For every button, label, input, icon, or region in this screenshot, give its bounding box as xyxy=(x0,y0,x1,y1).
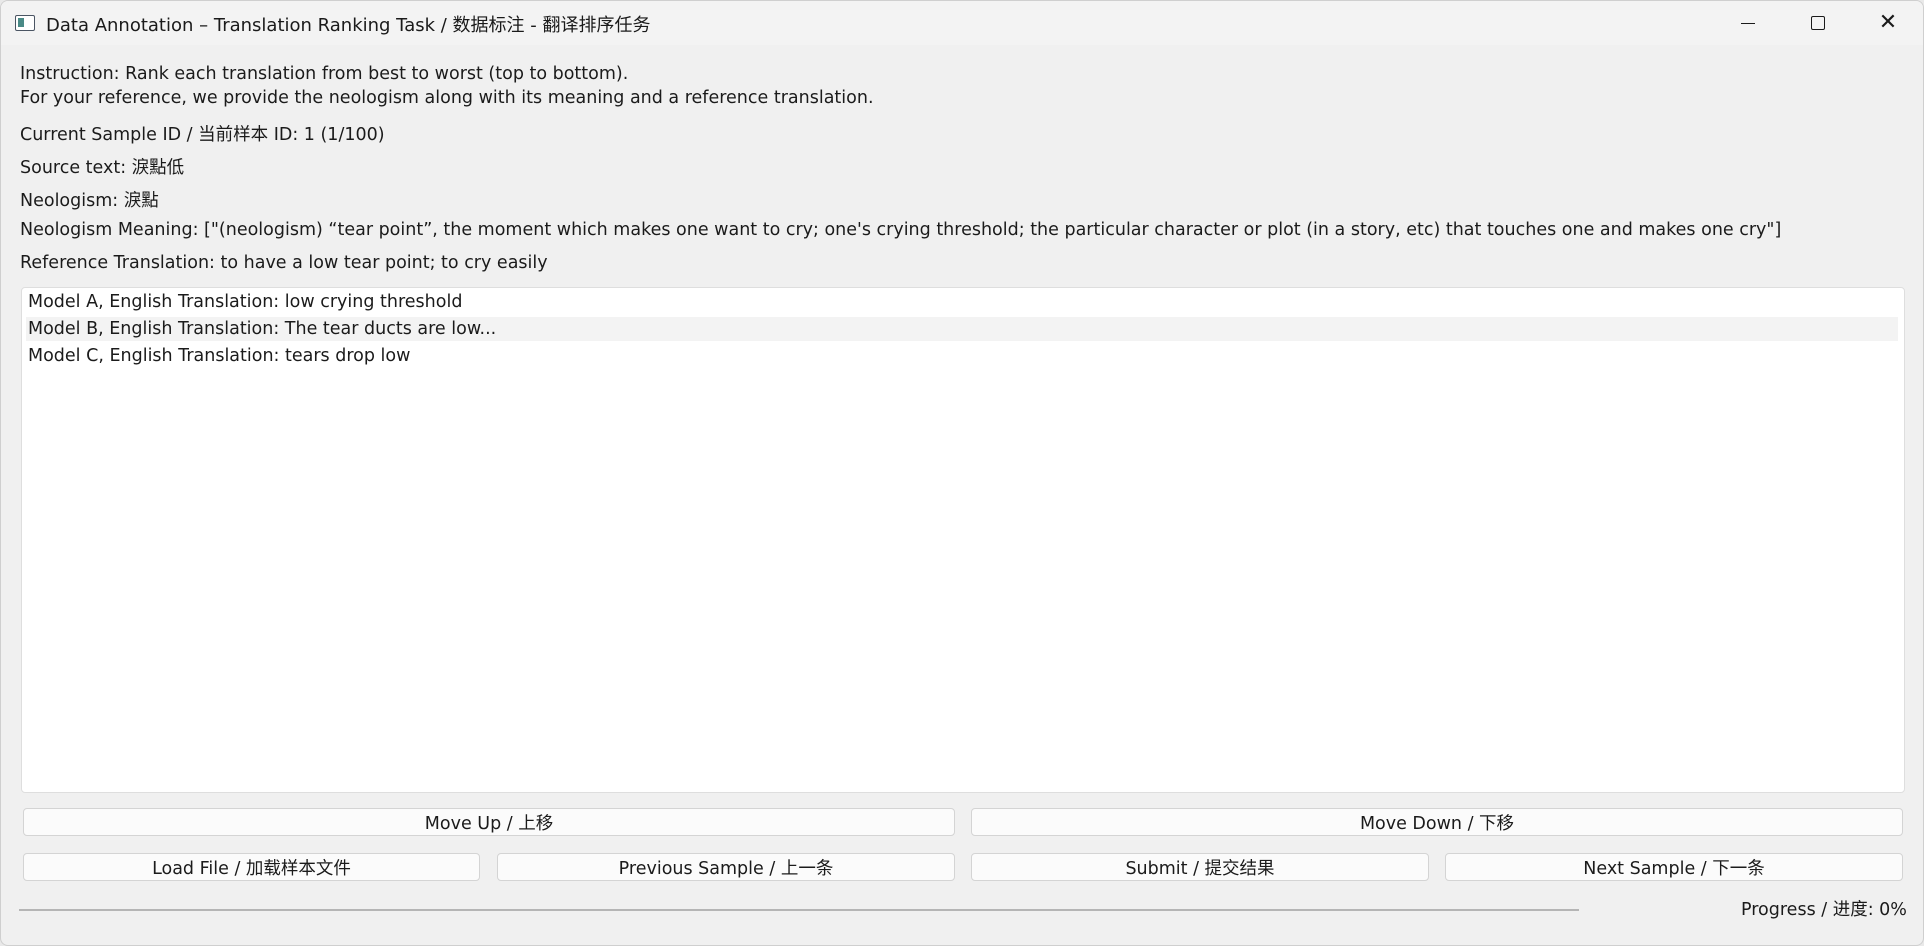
app-window: Data Annotation – Translation Ranking Ta… xyxy=(0,0,1924,946)
previous-sample-button[interactable]: Previous Sample / 上一条 xyxy=(497,853,955,881)
minimize-button[interactable] xyxy=(1713,1,1783,45)
move-down-button[interactable]: Move Down / 下移 xyxy=(971,808,1903,836)
load-file-button[interactable]: Load File / 加载样本文件 xyxy=(23,853,480,881)
close-icon: ✕ xyxy=(1878,10,1898,35)
source-text-label: Source text: 淚點低 xyxy=(20,158,185,178)
list-item[interactable]: Model A, English Translation: low crying… xyxy=(26,290,1898,314)
move-up-button[interactable]: Move Up / 上移 xyxy=(23,808,955,836)
title-bar[interactable]: Data Annotation – Translation Ranking Ta… xyxy=(1,1,1923,45)
neologism-meaning-label: Neologism Meaning: ["(neologism) “tear p… xyxy=(20,220,1782,240)
reference-translation-label: Reference Translation: to have a low tea… xyxy=(20,253,548,273)
next-sample-button[interactable]: Next Sample / 下一条 xyxy=(1445,853,1903,881)
maximize-icon xyxy=(1811,16,1825,30)
progress-label: Progress / 进度: 0% xyxy=(1741,900,1907,920)
translation-ranking-list[interactable]: Model A, English Translation: low crying… xyxy=(21,287,1905,793)
reference-note-text: For your reference, we provide the neolo… xyxy=(20,88,874,108)
list-item[interactable]: Model C, English Translation: tears drop… xyxy=(26,344,1898,368)
sample-id-label: Current Sample ID / 当前样本 ID: 1 (1/100) xyxy=(20,125,385,145)
app-icon xyxy=(15,15,35,31)
minimize-icon xyxy=(1741,22,1755,24)
list-item[interactable]: Model B, English Translation: The tear d… xyxy=(26,317,1898,341)
progress-bar xyxy=(19,909,1579,911)
instruction-text: Instruction: Rank each translation from … xyxy=(20,64,629,84)
neologism-label: Neologism: 淚點 xyxy=(20,191,159,211)
maximize-button[interactable] xyxy=(1783,1,1853,45)
close-button[interactable]: ✕ xyxy=(1853,1,1923,45)
window-title: Data Annotation – Translation Ranking Ta… xyxy=(46,15,651,36)
submit-button[interactable]: Submit / 提交结果 xyxy=(971,853,1429,881)
